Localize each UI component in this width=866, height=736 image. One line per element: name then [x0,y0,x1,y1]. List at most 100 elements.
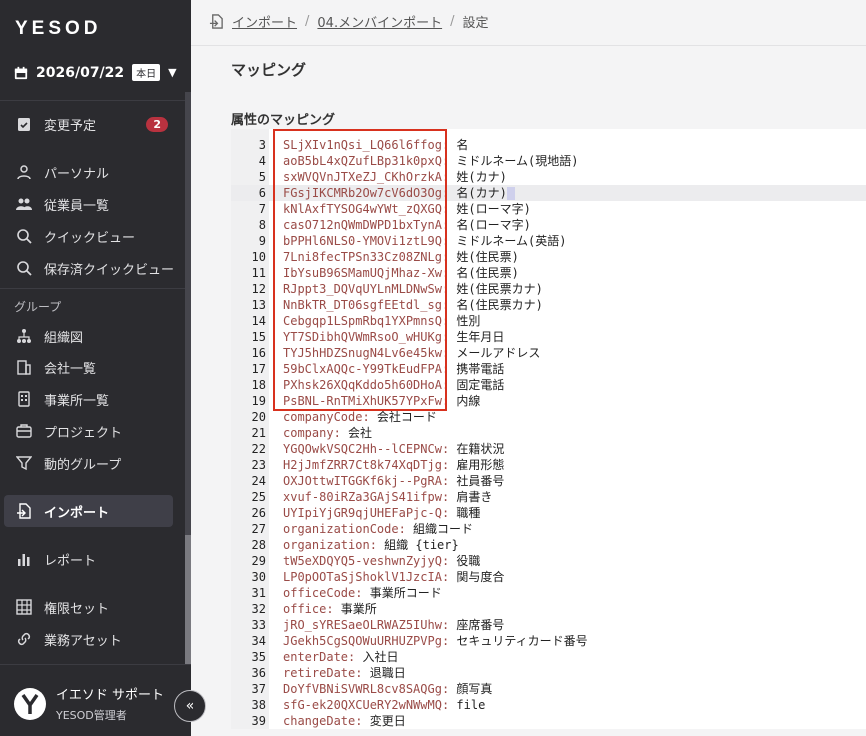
code-line[interactable]: 12 RJppt3_DQVqUYLnMLDNwSw: 姓(住民票カナ) [231,281,866,297]
sidebar-item-personal[interactable]: パーソナル [16,159,109,185]
code-text: jRO_sYRESaeOLRWAZ5IUhw: 座席番号 [283,617,504,633]
code-line[interactable]: 31 officeCode: 事業所コード [231,585,866,601]
code-text: YT7SDibhQVWmRsoO_wHUKg: 生年月日 [283,329,504,345]
date-selector[interactable]: 2026/07/22 本日 ▼ [14,64,177,81]
code-text: UYIpiYjGR9qjUHEFaPjc-Q: 職種 [283,505,480,521]
code-text: RJppt3_DQVqUYLnMLDNwSw: 姓(住民票カナ) [283,281,543,297]
code-line[interactable]: 3 SLjXIv1nQsi_LQ66l6ffog: 名 [231,137,866,153]
code-line[interactable]: 10 7Lni8fecTPSn33Cz08ZNLg: 姓(住民票) [231,249,866,265]
code-line[interactable]: 22 YGQOwkVSQC2Hh--lCEPNCw: 在籍状況 [231,441,866,457]
line-number: 9 [258,234,266,248]
code-line[interactable]: 32 office: 事業所 [231,601,866,617]
code-line[interactable]: 29 tW5eXDQYQ5-veshwnZyjyQ: 役職 [231,553,866,569]
code-text: bPPHl6NLS0-YMOVi1ztL9Q: ミドルネーム(英語) [283,233,567,249]
code-line[interactable]: 30 LP0pOOTaSjShoklV1JzcIA: 関与度合 [231,569,866,585]
collapse-sidebar-button[interactable]: « [174,690,206,722]
line-number: 34 [251,634,266,648]
code-line[interactable]: 15 YT7SDibhQVWmRsoO_wHUKg: 生年月日 [231,329,866,345]
breadcrumb-member-import-link[interactable]: 04.メンバインポート [317,12,442,31]
sidebar-item-permission-sets[interactable]: 権限セット [16,594,109,620]
section-subtitle: 属性のマッピング [231,113,336,128]
code-line[interactable]: 8 casO712nQWmDWPD1bxTynA: 名(ローマ字) [231,217,866,233]
sidebar-item-business-assets[interactable]: 業務アセット [16,626,122,652]
line-number: 27 [251,522,266,536]
code-line[interactable]: 27 organizationCode: 組織コード [231,521,866,537]
code-line[interactable]: 36 retireDate: 退職日 [231,665,866,681]
sidebar-item-offices[interactable]: 事業所一覧 [16,386,109,412]
line-number: 29 [251,554,266,568]
code-line[interactable]: 14 Cebgqp1LSpmRbq1YXPmnsQ: 性別 [231,313,866,329]
sidebar-item-projects[interactable]: プロジェクト [16,418,122,444]
code-line[interactable]: 35 enterDate: 入社日 [231,649,866,665]
search-icon [17,229,32,244]
code-line[interactable]: 16 TYJ5hHDZSnugN4Lv6e45kw: メールアドレス [231,345,866,361]
code-text: YGQOwkVSQC2Hh--lCEPNCw: 在籍状況 [283,441,504,457]
line-number: 4 [258,154,266,168]
code-text: NnBkTR_DT06sgfEEtdl_sg: 名(住民票カナ) [283,297,543,313]
code-line[interactable]: 7 kNlAxfTYSOG4wYWt_zQXGQ: 姓(ローマ字) [231,201,866,217]
sidebar-item-changes[interactable]: 変更予定 2 [16,111,169,137]
line-number: 31 [251,586,266,600]
sidebar-item-dynamic-groups[interactable]: 動的グループ [16,450,121,476]
code-text: tW5eXDQYQ5-veshwnZyjyQ: 役職 [283,553,480,569]
sidebar-item-employees[interactable]: 従業員一覧 [16,191,109,217]
code-line[interactable]: 26 UYIpiYjGR9qjUHEFaPjc-Q: 職種 [231,505,866,521]
header-divider [191,45,866,46]
sidebar-item-quickview[interactable]: クイックビュー [16,223,135,249]
mapping-key: sfG-ek20QXCUeRY2wNWwMQ: [283,698,450,712]
code-line[interactable]: 23 H2jJmfZRR7Ct8k74XqDTjg: 雇用形態 [231,457,866,473]
line-number: 8 [258,218,266,232]
code-line[interactable]: 28 organization: 組織 {tier} [231,537,866,553]
code-line[interactable]: 5 sxWVQVnJTXeZJ_CKhOrzkA: 姓(カナ) [231,169,866,185]
line-number: 10 [251,250,266,264]
code-line[interactable]: 34 JGekh5CgSQOWuURHUZPVPg: セキュリティカード番号 [231,633,866,649]
mapping-key: officeCode: [283,586,363,600]
breadcrumb-separator: / [305,14,310,29]
code-line[interactable]: 25 xvuf-80iRZa3GAjS41ifpw: 肩書き [231,489,866,505]
code-line[interactable]: 4 aoB5bL4xQZufLBp31k0pxQ: ミドルネーム(現地語) [231,153,866,169]
line-number: 35 [251,650,266,664]
line-number: 11 [251,266,266,280]
line-number: 15 [251,330,266,344]
mapping-value: 役職 [449,554,481,568]
code-line[interactable]: 39 changeDate: 変更日 [231,713,866,729]
sidebar-item-import[interactable]: インポート [4,495,173,527]
user-menu[interactable]: イエソド サポート YESOD管理者 [14,684,164,723]
mapping-value: 組織 {tier} [376,538,459,552]
code-line[interactable]: 33 jRO_sYRESaeOLRWAZ5IUhw: 座席番号 [231,617,866,633]
mapping-key: PXhsk26XQqKddo5h60DHoA: [283,378,450,392]
line-number: 33 [251,618,266,632]
code-line[interactable]: 6 FGsjIKCMRb2Ow7cV6dO3Og: 名(カナ) [231,185,866,201]
sidebar-item-label: 会社一覧 [44,361,97,377]
mapping-key: tW5eXDQYQ5-veshwnZyjyQ: [283,554,450,568]
code-line[interactable]: 13 NnBkTR_DT06sgfEEtdl_sg: 名(住民票カナ) [231,297,866,313]
mapping-value: 姓(カナ) [449,170,507,184]
mapping-code-editor[interactable]: 3 SLjXIv1nQsi_LQ66l6ffog: 名 4 aoB5bL4xQZufL… [231,129,866,729]
app-logo[interactable]: YESOD [15,18,102,40]
mapping-value: 退職日 [362,666,406,680]
code-line[interactable]: 9 bPPHl6NLS0-YMOVi1ztL9Q: ミドルネーム(英語) [231,233,866,249]
code-line[interactable]: 11 IbYsuB96SMamUQjMhaz-Xw: 名(住民票) [231,265,866,281]
mapping-key: H2jJmfZRR7Ct8k74XqDTjg: [283,458,450,472]
sidebar-item-org-chart[interactable]: 組織図 [16,323,83,349]
breadcrumb: インポート / 04.メンバインポート / 設定 [209,12,489,31]
line-number: 6 [258,186,266,200]
breadcrumb-import-link[interactable]: インポート [232,12,297,31]
divider [0,288,191,289]
code-line[interactable]: 20 companyCode: 会社コード [231,409,866,425]
code-line[interactable]: 21 company: 会社 [231,425,866,441]
code-line[interactable]: 18 PXhsk26XQqKddo5h60DHoA: 固定電話 [231,377,866,393]
sidebar-item-saved-quickview[interactable]: 保存済クイックビュー [16,255,174,281]
code-line[interactable]: 38 sfG-ek20QXCUeRY2wNWwMQ: file [231,697,866,713]
mapping-key: aoB5bL4xQZufLBp31k0pxQ: [283,154,450,168]
mapping-value: ミドルネーム(現地語) [449,154,579,168]
sidebar-item-reports[interactable]: レポート [16,546,96,572]
code-line[interactable]: 19 PsBNL-RnTMiXhUK57YPxFw: 内線 [231,393,866,409]
code-line[interactable]: 24 OXJOttwITGGKf6kj--PgRA: 社員番号 [231,473,866,489]
line-number: 12 [251,282,266,296]
sidebar-item-companies[interactable]: 会社一覧 [16,354,96,380]
sidebar-item-label: 組織図 [44,330,84,346]
code-line[interactable]: 17 59bClxAQQc-Y99TkEudFPA: 携帯電話 [231,361,866,377]
code-line[interactable]: 37 DoYfVBNiSVWRL8cv8SAQGg: 顔写真 [231,681,866,697]
mapping-key: jRO_sYRESaeOLRWAZ5IUhw: [283,618,450,632]
